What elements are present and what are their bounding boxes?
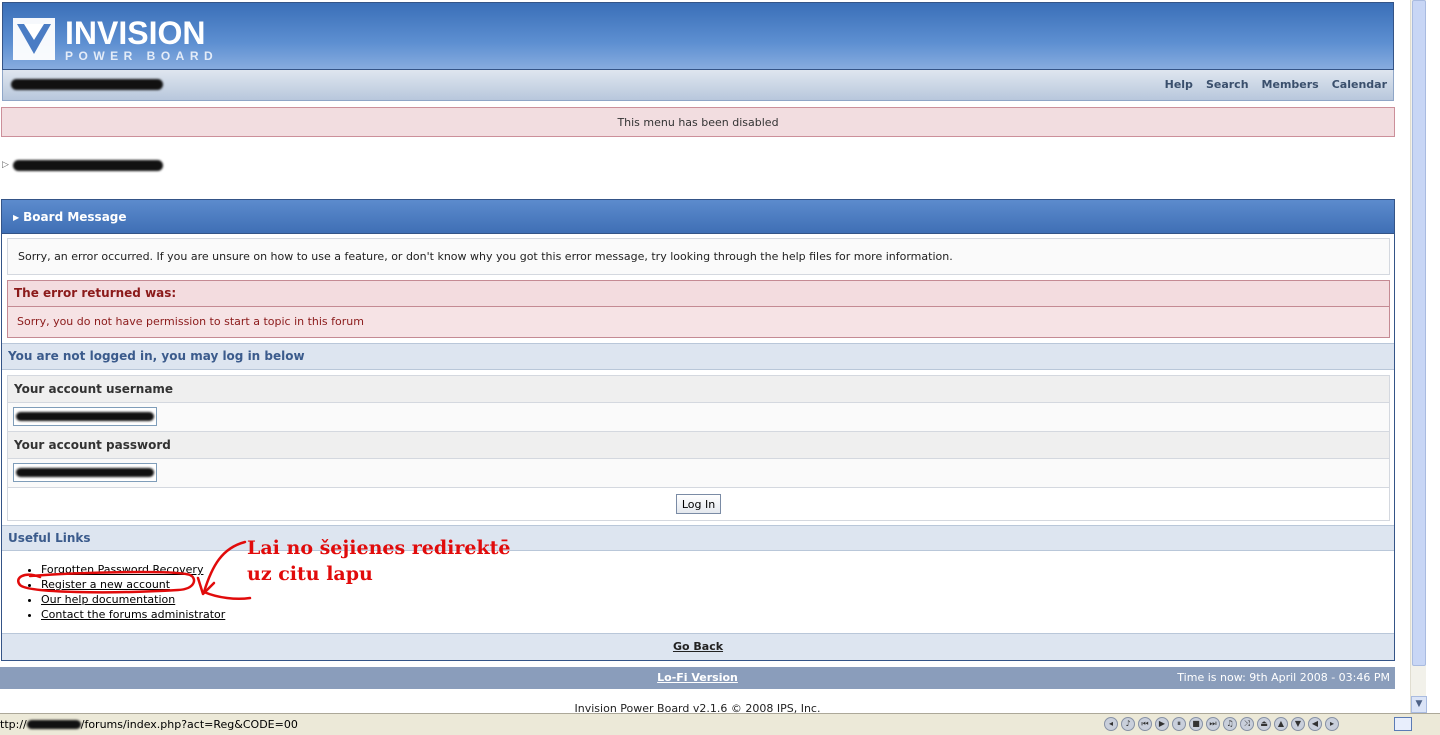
go-back-link[interactable]: Go Back bbox=[673, 640, 723, 653]
contact-admin-link[interactable]: Contact the forums administrator bbox=[41, 608, 225, 621]
up-icon[interactable]: ▲ bbox=[1274, 717, 1288, 731]
menu-help-link[interactable]: Help bbox=[1165, 78, 1193, 91]
current-time: Time is now: 9th April 2008 - 03:46 PM bbox=[1177, 671, 1390, 684]
log-in-button[interactable]: Log In bbox=[675, 494, 722, 514]
eject-icon[interactable]: ⏏ bbox=[1257, 717, 1271, 731]
media-controls: ◂ ♪ ⏮ ▶ ⏸ ■ ⏭ ♫ ⤨ ⏏ ▲ ▼ ◀ ▸ bbox=[1104, 717, 1339, 731]
shuffle-icon[interactable]: ⤨ bbox=[1240, 717, 1254, 731]
redacted-breadcrumb[interactable] bbox=[12, 159, 163, 171]
menu-search-link[interactable]: Search bbox=[1206, 78, 1249, 91]
useful-links-list: Forgotten Password Recovery Register a n… bbox=[25, 562, 225, 622]
skip-forward-icon[interactable]: ⏭ bbox=[1206, 717, 1220, 731]
down-icon[interactable]: ▼ bbox=[1291, 717, 1305, 731]
board-message-title: ▶ Board Message bbox=[2, 200, 1394, 234]
vertical-scrollbar[interactable]: ▼ bbox=[1410, 0, 1427, 713]
breadcrumb: ▷ bbox=[2, 158, 163, 172]
login-form: Your account username Your account passw… bbox=[7, 375, 1390, 521]
redacted-username bbox=[16, 412, 154, 421]
top-menu: Help Search Members Calendar bbox=[1165, 78, 1387, 91]
music-note-icon[interactable]: ♪ bbox=[1121, 717, 1135, 731]
mail-icon[interactable] bbox=[1394, 717, 1412, 731]
prev-track-icon[interactable]: ◂ bbox=[1104, 717, 1118, 731]
menu-disabled-notice: This menu has been disabled bbox=[1, 107, 1395, 137]
menu-members-link[interactable]: Members bbox=[1262, 78, 1319, 91]
speaker-icon[interactable]: ◀ bbox=[1308, 717, 1322, 731]
password-label: Your account password bbox=[8, 432, 1389, 459]
user-bar: Help Search Members Calendar bbox=[2, 70, 1394, 101]
register-account-link[interactable]: Register a new account bbox=[41, 578, 170, 591]
status-url: ttp:///forums/index.php?act=Reg&CODE=00 bbox=[0, 718, 298, 731]
logo-subtitle: POWER BOARD bbox=[65, 48, 219, 63]
useful-links-heading: Useful Links bbox=[2, 525, 1394, 551]
scroll-down-icon[interactable]: ▼ bbox=[1411, 696, 1427, 713]
breadcrumb-arrow-icon: ▷ bbox=[2, 160, 9, 170]
next-track-icon[interactable]: ▸ bbox=[1325, 717, 1339, 731]
list-item: Contact the forums administrator bbox=[41, 607, 225, 622]
go-back-bar: Go Back bbox=[2, 633, 1394, 660]
username-input[interactable] bbox=[13, 407, 157, 426]
forgotten-password-link[interactable]: Forgotten Password Recovery bbox=[41, 563, 203, 576]
logo-strip: INVISION POWER BOARD bbox=[2, 2, 1394, 70]
error-message: Sorry, you do not have permission to sta… bbox=[7, 307, 1390, 338]
forum-page: INVISION POWER BOARD Help Search Members… bbox=[0, 0, 1410, 713]
redacted-password bbox=[16, 468, 154, 477]
browser-status-bar: ttp:///forums/index.php?act=Reg&CODE=00 … bbox=[0, 713, 1440, 735]
redacted-member-name bbox=[11, 79, 163, 90]
password-input[interactable] bbox=[13, 463, 157, 482]
scrollbar-thumb[interactable] bbox=[1412, 0, 1426, 666]
list-item: Our help documentation bbox=[41, 592, 225, 607]
skip-back-icon[interactable]: ⏮ bbox=[1138, 717, 1152, 731]
title-arrow-icon: ▶ bbox=[13, 213, 20, 222]
pause-icon[interactable]: ⏸ bbox=[1172, 717, 1186, 731]
error-intro-text: Sorry, an error occurred. If you are uns… bbox=[7, 238, 1390, 275]
invision-v-icon bbox=[13, 18, 55, 60]
help-documentation-link[interactable]: Our help documentation bbox=[41, 593, 175, 606]
board-message-box: ▶ Board Message Sorry, an error occurred.… bbox=[1, 199, 1395, 661]
copyright-text: Invision Power Board v2.1.6 © 2008 IPS, … bbox=[574, 702, 821, 713]
footer-bar: Lo-Fi Version Time is now: 9th April 200… bbox=[0, 667, 1395, 689]
redacted-host bbox=[26, 720, 81, 729]
play-icon[interactable]: ▶ bbox=[1155, 717, 1169, 731]
username-label: Your account username bbox=[8, 376, 1389, 403]
volume-icon[interactable]: ♫ bbox=[1223, 717, 1237, 731]
invision-logo[interactable]: INVISION POWER BOARD bbox=[13, 14, 219, 63]
login-heading: You are not logged in, you may log in be… bbox=[2, 343, 1394, 370]
list-item: Register a new account bbox=[41, 577, 225, 592]
logo-title: INVISION bbox=[65, 14, 206, 51]
stop-icon[interactable]: ■ bbox=[1189, 717, 1203, 731]
menu-calendar-link[interactable]: Calendar bbox=[1332, 78, 1387, 91]
error-heading: The error returned was: bbox=[7, 280, 1390, 307]
list-item: Forgotten Password Recovery bbox=[41, 562, 225, 577]
